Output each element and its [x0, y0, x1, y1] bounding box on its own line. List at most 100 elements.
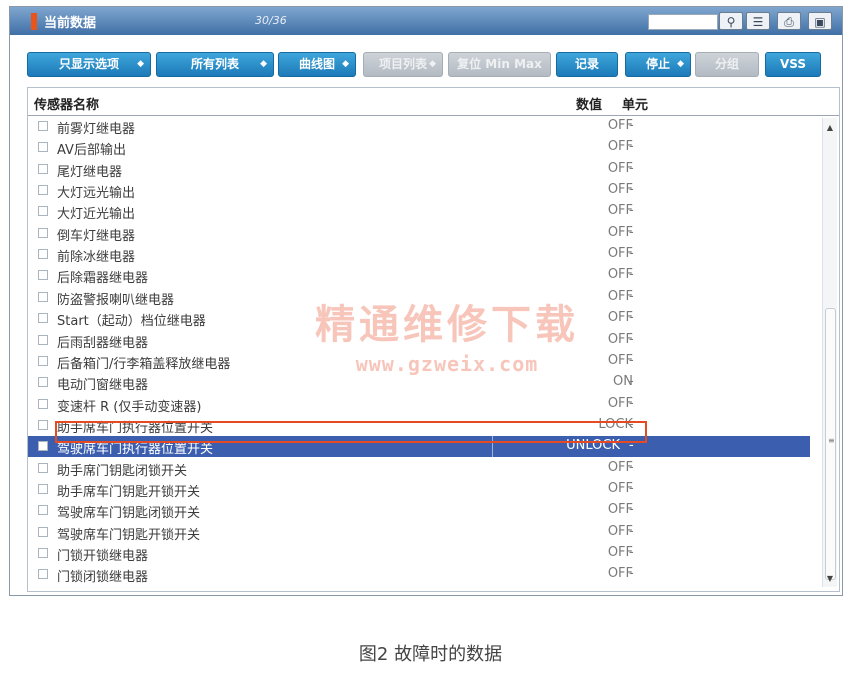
search-input[interactable]: [648, 14, 718, 30]
dropdown-arrow-icon: ◆: [260, 59, 267, 69]
table-body: 前雾灯继电器 OFF - AV后部输出 OFF - 尾灯继电器 OFF - 大灯远光输出 OFF - 大…: [28, 115, 839, 591]
record-button[interactable]: 记录: [556, 52, 618, 77]
sensor-unit: -: [629, 331, 634, 347]
row-checkbox[interactable]: [38, 505, 48, 516]
title-accent-mark: [31, 13, 37, 30]
table-row[interactable]: 驾驶席车门钥匙开锁开关 OFF -: [28, 522, 823, 543]
window-icon[interactable]: ▣: [808, 12, 832, 30]
table-row[interactable]: 后备箱门/行李箱盖释放继电器 OFF -: [28, 351, 823, 372]
row-checkbox[interactable]: [38, 206, 48, 217]
sensor-name: 倒车灯继电器: [57, 228, 136, 244]
table-row[interactable]: Start（起动）档位继电器 OFF -: [28, 308, 823, 329]
row-checkbox[interactable]: [38, 483, 48, 494]
row-checkbox[interactable]: [38, 291, 48, 302]
row-checkbox[interactable]: [38, 398, 48, 409]
printer-icon[interactable]: ⎙: [777, 12, 801, 30]
row-checkbox[interactable]: [38, 355, 48, 366]
sensor-name: 前雾灯继电器: [57, 122, 136, 137]
row-checkbox[interactable]: [38, 270, 48, 281]
sensor-unit: -: [629, 502, 634, 518]
table-row[interactable]: 助手席门钥匙闭锁开关 OFF -: [28, 458, 823, 479]
row-checkbox[interactable]: [38, 526, 48, 537]
sensor-unit: -: [629, 523, 634, 539]
row-checkbox[interactable]: [38, 313, 48, 324]
table-row[interactable]: 倒车灯继电器 OFF -: [28, 223, 823, 244]
sensor-name: 助手席门钥匙闭锁开关: [57, 463, 188, 479]
sensor-name: 门锁开锁继电器: [57, 549, 149, 564]
table-row[interactable]: 前除冰继电器 OFF -: [28, 244, 823, 265]
show-selected-button[interactable]: 只显示选项 ◆: [27, 52, 151, 77]
dropdown-arrow-icon: ◆: [137, 59, 144, 69]
vss-button[interactable]: VSS: [765, 52, 821, 77]
sensor-unit: -: [629, 160, 634, 176]
item-list-button[interactable]: 项目列表 ◆: [363, 52, 443, 77]
table-row[interactable]: 大灯远光输出 OFF -: [28, 180, 823, 201]
row-checkbox[interactable]: [38, 163, 48, 174]
sensor-name: 助手席车门钥匙开锁开关: [57, 484, 201, 500]
table-row[interactable]: 驾驶席车门钥匙闭锁开关 OFF -: [28, 500, 823, 521]
row-checkbox[interactable]: [38, 419, 48, 430]
table-row[interactable]: 前雾灯继电器 OFF -: [28, 116, 823, 137]
list-icon[interactable]: ☰: [746, 12, 770, 30]
row-checkbox[interactable]: [38, 441, 48, 452]
item-counter: 30/36: [255, 14, 287, 27]
search-icon[interactable]: ⚲: [719, 12, 743, 30]
sensor-name: 后雨刮器继电器: [57, 335, 149, 351]
table-row[interactable]: 门锁闭锁继电器 OFF -: [28, 564, 823, 585]
table-row[interactable]: 防盗警报喇叭继电器 OFF -: [28, 287, 823, 308]
reset-min-max-button[interactable]: 复位 Min Max: [448, 52, 551, 77]
graph-button[interactable]: 曲线图 ◆: [278, 52, 356, 77]
sensor-name: 驾驶席车门钥匙闭锁开关: [57, 506, 201, 522]
row-checkbox[interactable]: [38, 185, 48, 196]
scroll-down-icon[interactable]: ▼: [823, 573, 837, 585]
table-row[interactable]: AV后部输出 OFF -: [28, 137, 823, 158]
table-row[interactable]: 大灯近光输出 OFF -: [28, 201, 823, 222]
all-list-button[interactable]: 所有列表 ◆: [156, 52, 274, 77]
table-row[interactable]: 助手席车门钥匙开锁开关 OFF -: [28, 479, 823, 500]
table-row[interactable]: 后除霜器继电器 OFF -: [28, 265, 823, 286]
table-row[interactable]: 门锁开锁继电器 OFF -: [28, 543, 823, 564]
scrollbar-thumb[interactable]: ≡: [825, 308, 836, 580]
sensor-unit: -: [629, 480, 634, 496]
dropdown-arrow-icon: ◆: [429, 59, 436, 69]
toolbar: 只显示选项 ◆ 所有列表 ◆ 曲线图 ◆ 项目列表 ◆ 复位 Min Max 记录 停止…: [10, 35, 842, 85]
table-row[interactable]: 电动门窗继电器 ON -: [28, 372, 823, 393]
grip-icon: ≡: [828, 436, 835, 445]
stop-button[interactable]: 停止 ◆: [625, 52, 691, 77]
table-row[interactable]: 变速杆 R (仅手动变速器) OFF -: [28, 394, 823, 415]
group-label: 分组: [714, 57, 739, 71]
row-checkbox[interactable]: [38, 462, 48, 473]
group-button[interactable]: 分组: [695, 52, 759, 77]
show-selected-label: 只显示选项: [58, 57, 119, 71]
row-checkbox[interactable]: [38, 548, 48, 558]
sensor-unit: -: [629, 267, 634, 283]
graph-label: 曲线图: [298, 57, 335, 71]
sensor-unit: -: [629, 139, 634, 155]
dropdown-arrow-icon: ◆: [677, 59, 684, 69]
row-checkbox[interactable]: [38, 227, 48, 238]
sensor-unit: -: [629, 182, 634, 198]
sensor-name: 驾驶席车门钥匙开锁开关: [57, 527, 201, 543]
table-row[interactable]: 后雨刮器继电器 OFF -: [28, 330, 823, 351]
header-value: 数值: [576, 98, 603, 113]
row-checkbox[interactable]: [38, 249, 48, 260]
stop-label: 停止: [645, 57, 670, 71]
sensor-table: 传感器名称 数值 单元 前雾灯继电器 OFF - AV后部输出 OFF - 尾灯继电器 OFF…: [27, 87, 840, 592]
row-checkbox[interactable]: [38, 142, 48, 153]
sensor-unit: -: [629, 545, 634, 560]
sensor-unit: -: [629, 246, 634, 262]
fault-highlight-box: [55, 421, 647, 443]
sensor-name: 电动门窗继电器: [57, 378, 149, 394]
table-row[interactable]: 尾灯继电器 OFF -: [28, 159, 823, 180]
scroll-up-icon[interactable]: ▲: [823, 122, 837, 134]
row-checkbox[interactable]: [38, 569, 48, 580]
row-checkbox[interactable]: [38, 121, 48, 131]
sensor-name: 大灯近光输出: [57, 207, 136, 223]
sensor-name: 前除冰继电器: [57, 250, 136, 266]
row-checkbox[interactable]: [38, 334, 48, 345]
sensor-unit: -: [629, 352, 634, 368]
sensor-name: 后除霜器继电器: [57, 271, 149, 287]
vertical-scrollbar[interactable]: ▲ ≡ ▼: [822, 118, 837, 587]
row-checkbox[interactable]: [38, 377, 48, 388]
sensor-name: 后备箱门/行李箱盖释放继电器: [57, 356, 231, 372]
